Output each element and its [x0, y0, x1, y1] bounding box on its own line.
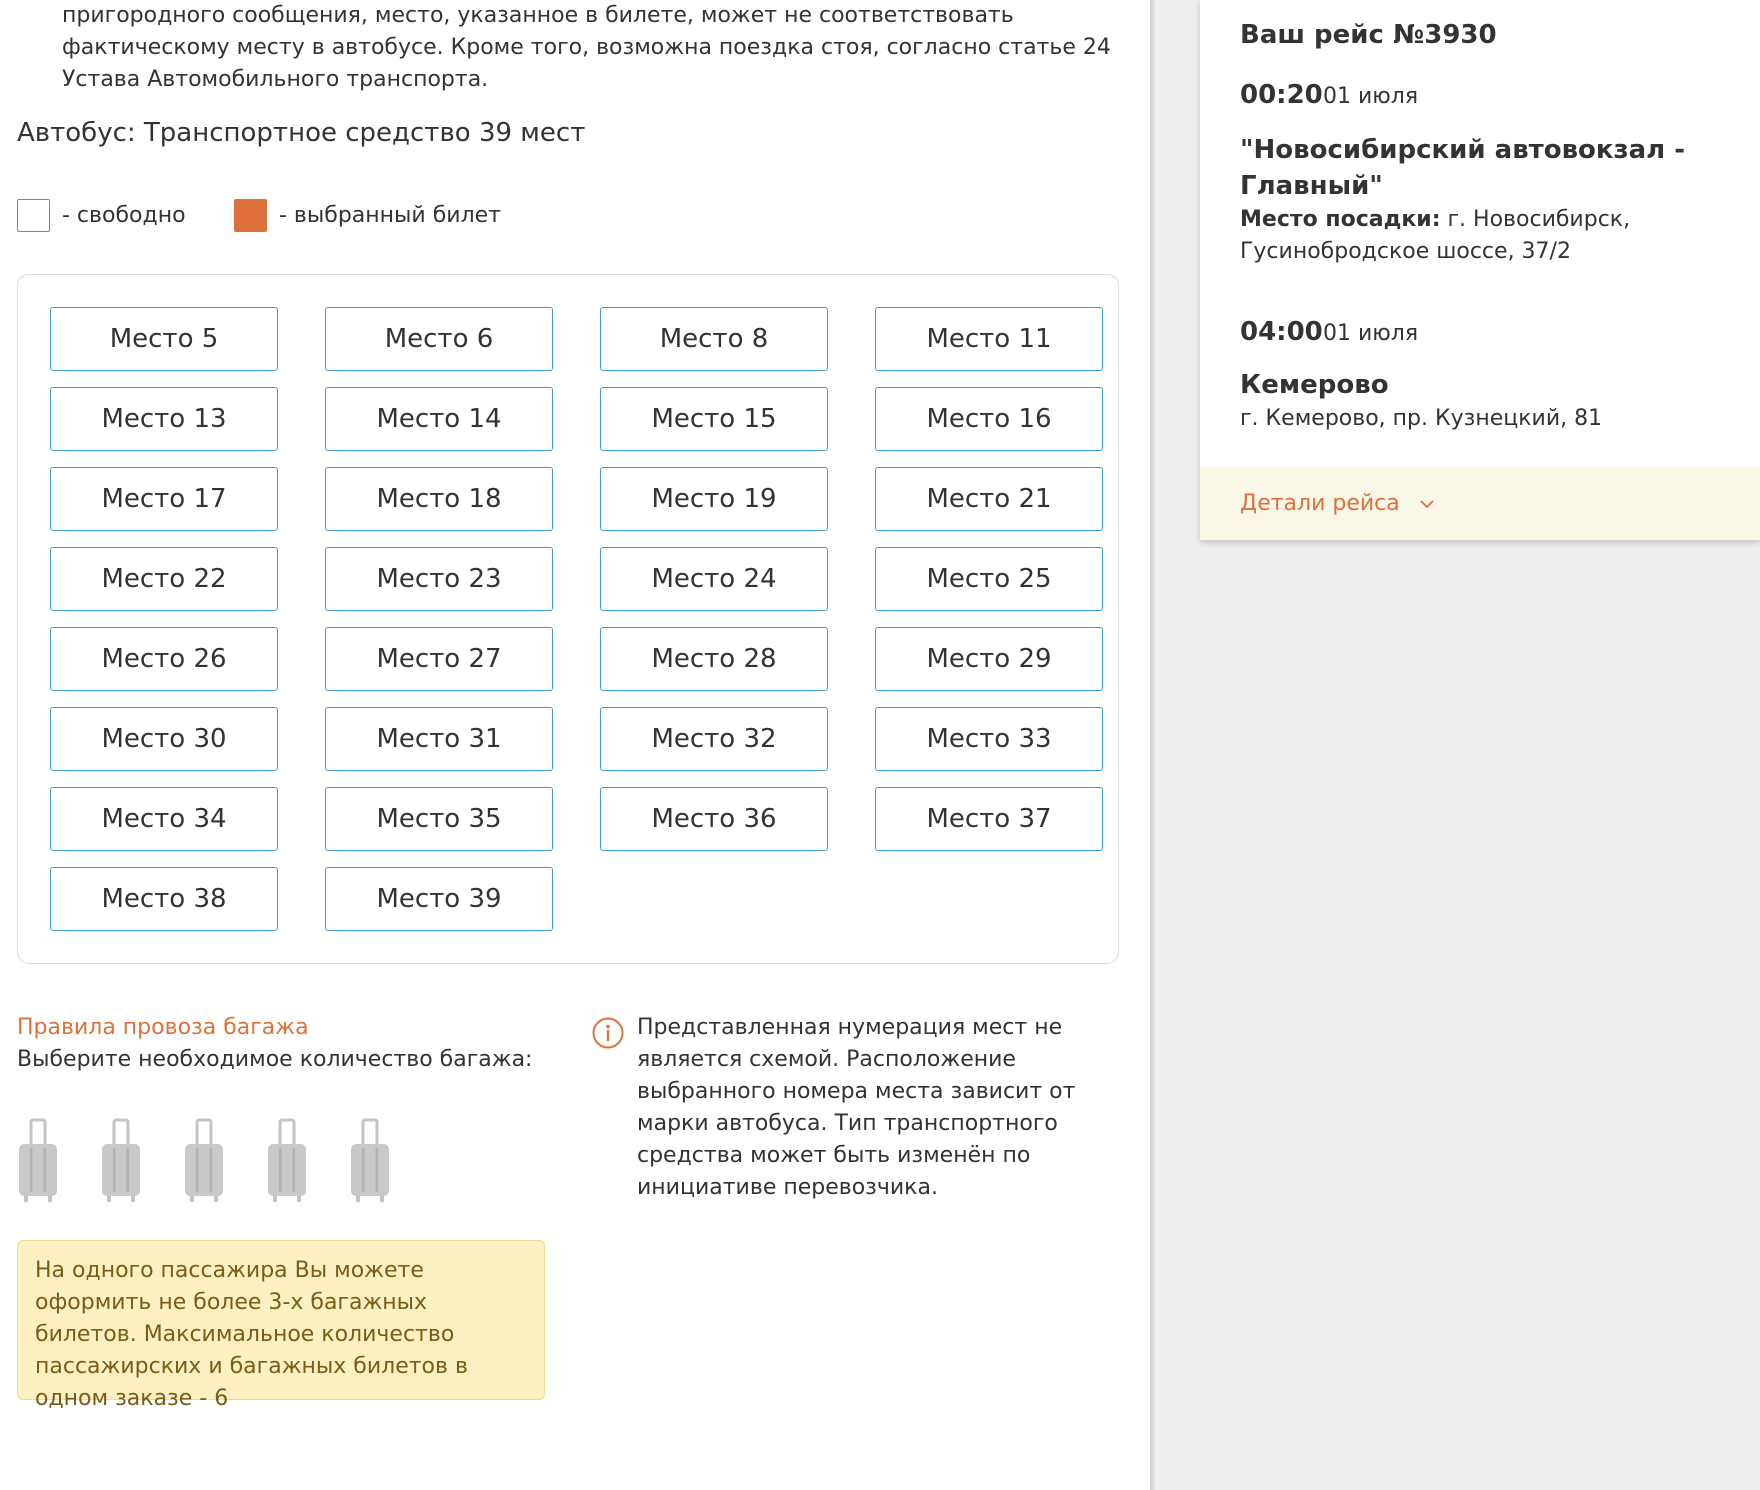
seat-button[interactable]: Место 17	[50, 467, 278, 531]
seat-button[interactable]: Место 37	[875, 787, 1103, 851]
trip-details-toggle[interactable]: Детали рейса	[1200, 467, 1760, 540]
legend-free-label: - свободно	[62, 202, 186, 228]
seat-button[interactable]: Место 16	[875, 387, 1103, 451]
trip-details-label: Детали рейса	[1240, 491, 1400, 516]
seat-button[interactable]: Место 33	[875, 707, 1103, 771]
legend-selected: - выбранный билет	[234, 198, 501, 232]
seat-button[interactable]: Место 36	[600, 787, 828, 851]
seat-button[interactable]: Место 19	[600, 467, 828, 531]
seat-selection-panel: пригородного сообщения, место, указанное…	[0, 0, 1150, 1490]
seat-button[interactable]: Место 15	[600, 387, 828, 451]
chevron-down-icon	[1420, 499, 1434, 508]
seat-button[interactable]: Место 31	[325, 707, 553, 771]
suitcase-icon[interactable]	[183, 1118, 266, 1208]
suitcase-icon[interactable]	[349, 1118, 432, 1208]
suitcase-icon[interactable]	[266, 1118, 349, 1208]
trip-title: Ваш рейс №3930	[1240, 20, 1497, 50]
seat-button[interactable]: Место 28	[600, 627, 828, 691]
seat-button[interactable]: Место 21	[875, 467, 1103, 531]
seat-button[interactable]: Место 30	[50, 707, 278, 771]
seat-button[interactable]: Место 32	[600, 707, 828, 771]
departure-time: 00:20	[1240, 80, 1323, 110]
baggage-prompt: Выберите необходимое количество багажа:	[17, 1047, 533, 1072]
trip-sidebar: Ваш рейс №3930 00:20 01 июля "Новосибирс…	[1155, 0, 1760, 1490]
seat-numbering-info: Представленная нумерация мест не являетс…	[637, 1015, 1076, 1200]
baggage-rules-link[interactable]: Правила провоза багажа	[17, 1015, 309, 1040]
seat-button[interactable]: Место 8	[600, 307, 828, 371]
departure-station: "Новосибирский автовокзал - Главный"	[1240, 135, 1686, 201]
seat-button[interactable]: Место 39	[325, 867, 553, 931]
seat-button[interactable]: Место 26	[50, 627, 278, 691]
seat-button[interactable]: Место 27	[325, 627, 553, 691]
seat-button[interactable]: Место 22	[50, 547, 278, 611]
seat-button[interactable]: Место 5	[50, 307, 278, 371]
boarding-place: Место посадки: г. Новосибирск, Гусинобро…	[1240, 204, 1740, 268]
departure-date: 01 июля	[1323, 84, 1419, 109]
trip-summary-card: Ваш рейс №3930 00:20 01 июля "Новосибирс…	[1200, 0, 1760, 540]
seat-button[interactable]: Место 23	[325, 547, 553, 611]
free-seat-swatch	[17, 198, 50, 232]
seat-button[interactable]: Место 14	[325, 387, 553, 451]
seat-button[interactable]: Место 29	[875, 627, 1103, 691]
selected-seat-swatch	[234, 198, 267, 232]
arrival-date: 01 июля	[1323, 321, 1419, 346]
arrival-time: 04:00	[1240, 317, 1323, 347]
legend-selected-label: - выбранный билет	[279, 202, 501, 228]
seat-map: Место 5 Место 6 Место 8 Место 11 Место 1…	[17, 274, 1119, 964]
seat-button[interactable]: Место 13	[50, 387, 278, 451]
seat-button[interactable]: Место 18	[325, 467, 553, 531]
seat-button[interactable]: Место 35	[325, 787, 553, 851]
arrival-city: Кемерово	[1240, 370, 1389, 400]
seat-button[interactable]: Место 34	[50, 787, 278, 851]
boarding-place-label: Место посадки:	[1240, 207, 1441, 232]
seat-button[interactable]: Место 25	[875, 547, 1103, 611]
seat-button[interactable]: Место 6	[325, 307, 553, 371]
arrival-address: г. Кемерово, пр. Кузнецкий, 81	[1240, 406, 1603, 431]
bus-title: Автобус: Транспортное средство 39 мест	[17, 118, 586, 148]
seat-grid: Место 5 Место 6 Место 8 Место 11 Место 1…	[50, 307, 1103, 931]
baggage-selector	[17, 1118, 432, 1208]
suitcase-icon[interactable]	[17, 1118, 100, 1208]
seat-button[interactable]: Место 24	[600, 547, 828, 611]
baggage-limit-note: На одного пассажира Вы можете оформить н…	[17, 1240, 545, 1411]
seat-button[interactable]: Место 11	[875, 307, 1103, 371]
info-icon	[592, 1017, 624, 1049]
suitcase-icon[interactable]	[100, 1118, 183, 1208]
seat-button[interactable]: Место 38	[50, 867, 278, 931]
seating-notice-text: пригородного сообщения, место, указанное…	[62, 3, 1111, 92]
legend-free: - свободно	[17, 198, 186, 232]
